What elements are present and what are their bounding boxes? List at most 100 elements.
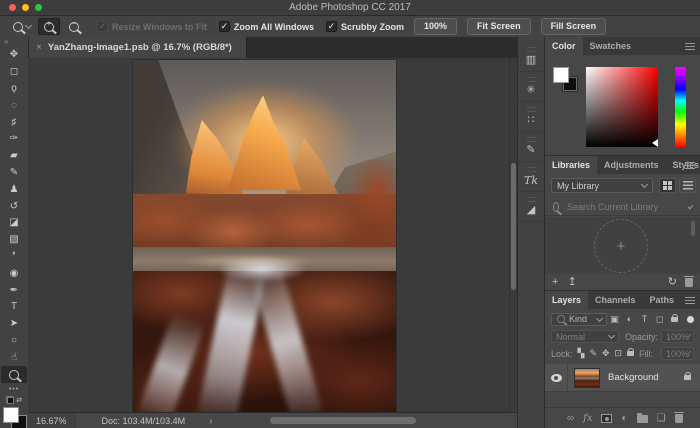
tab-swatches[interactable]: Swatches bbox=[583, 37, 639, 55]
crop-tool[interactable]: ♯ bbox=[1, 114, 27, 131]
filter-toggle-icon[interactable] bbox=[687, 316, 694, 323]
zoom-in-button[interactable]: + bbox=[38, 18, 60, 35]
canvas-area[interactable] bbox=[28, 58, 509, 412]
toolbar-collapse-icon[interactable]: » bbox=[4, 37, 8, 47]
add-library-element-icon[interactable]: + bbox=[552, 277, 558, 288]
hue-slider[interactable] bbox=[675, 67, 686, 147]
list-view-button[interactable] bbox=[679, 178, 696, 193]
panel-menu-icon[interactable] bbox=[685, 297, 695, 304]
library-search-input[interactable] bbox=[565, 201, 686, 213]
default-colors-icon[interactable] bbox=[6, 396, 14, 404]
healing-brush-tool[interactable]: ▰ bbox=[1, 148, 27, 165]
quick-selection-tool[interactable]: ◌ bbox=[1, 97, 27, 114]
new-adjustment-layer-icon[interactable]: ◐ bbox=[621, 414, 627, 424]
filter-pixel-layers-icon[interactable]: ▣ bbox=[607, 314, 622, 325]
eyedropper-tool[interactable]: ✑ bbox=[1, 131, 27, 148]
tab-libraries[interactable]: Libraries bbox=[545, 156, 597, 174]
scrubby-zoom-checkbox-group[interactable]: Scrubby Zoom bbox=[326, 21, 404, 32]
filter-type-layers-icon[interactable]: T bbox=[637, 314, 652, 324]
link-layers-icon[interactable]: ∞ bbox=[567, 414, 574, 424]
foreground-color-well[interactable] bbox=[553, 67, 569, 83]
type-tool[interactable]: T bbox=[1, 299, 27, 316]
close-document-icon[interactable]: × bbox=[36, 42, 42, 53]
zoom-out-button[interactable]: − bbox=[63, 18, 85, 35]
brush-tool[interactable]: ✎ bbox=[1, 165, 27, 182]
tab-adjustments[interactable]: Adjustments bbox=[597, 156, 666, 174]
marquee-tool[interactable]: ◻ bbox=[1, 64, 27, 81]
layer-style-icon[interactable]: fx bbox=[583, 414, 592, 424]
filter-shape-layers-icon[interactable]: ◻ bbox=[652, 314, 667, 325]
library-search[interactable] bbox=[545, 199, 700, 216]
panel-menu-icon[interactable] bbox=[685, 43, 695, 50]
resize-windows-checkbox-group[interactable]: Resize Windows to Fit bbox=[97, 21, 207, 32]
library-empty-dropzone[interactable]: + bbox=[594, 219, 648, 273]
zoom-tool-preset[interactable] bbox=[9, 19, 35, 35]
lock-transparency-icon[interactable]: ▚ bbox=[578, 348, 585, 359]
edit-toolbar-icon[interactable]: ••• bbox=[9, 386, 19, 393]
lock-all-icon[interactable] bbox=[627, 351, 634, 356]
fill-field[interactable]: 100% bbox=[661, 347, 694, 360]
vertical-scrollbar-thumb[interactable] bbox=[511, 163, 516, 290]
swap-colors-icon[interactable]: ⇄ bbox=[16, 396, 22, 404]
delete-layer-icon[interactable] bbox=[675, 414, 683, 423]
sync-library-icon[interactable]: ↻ bbox=[668, 277, 677, 288]
actions-panel-button[interactable]: ✎ bbox=[517, 132, 545, 162]
eraser-tool[interactable]: ◪ bbox=[1, 215, 27, 232]
tab-layers[interactable]: Layers bbox=[545, 291, 588, 309]
info-panel-button[interactable]: ∷ bbox=[517, 102, 545, 132]
filter-adjustment-layers-icon[interactable]: ◐ bbox=[622, 314, 637, 324]
foreground-color-swatch[interactable] bbox=[3, 407, 19, 423]
path-selection-tool[interactable]: ➤ bbox=[1, 316, 27, 333]
filter-smart-objects-icon[interactable] bbox=[667, 314, 682, 324]
shape-tool[interactable]: ○ bbox=[1, 333, 27, 350]
gradient-tool[interactable]: ▧ bbox=[1, 232, 27, 249]
saturation-brightness-field[interactable] bbox=[586, 67, 658, 147]
grid-view-button[interactable] bbox=[659, 178, 676, 193]
layer-filter-kind-select[interactable]: Kind bbox=[551, 313, 607, 326]
tk-panel-button[interactable]: Tk bbox=[517, 162, 545, 192]
library-select[interactable]: My Library bbox=[551, 178, 653, 193]
dodge-tool[interactable]: ◉ bbox=[1, 265, 27, 282]
lock-artboard-icon[interactable]: ⊡ bbox=[615, 348, 623, 359]
layer-visibility-toggle[interactable] bbox=[545, 364, 568, 391]
zoom-tool[interactable] bbox=[1, 366, 27, 383]
lock-position-icon[interactable]: ✥ bbox=[602, 348, 610, 359]
zoom-all-windows-checkbox[interactable] bbox=[219, 21, 230, 32]
add-layer-mask-icon[interactable] bbox=[601, 414, 612, 423]
status-menu-chevron-icon[interactable]: › bbox=[209, 416, 212, 427]
tab-channels[interactable]: Channels bbox=[588, 291, 643, 309]
status-zoom-field[interactable]: 16.67% bbox=[28, 413, 76, 428]
scrubby-zoom-checkbox[interactable] bbox=[326, 21, 337, 32]
delete-library-item-icon[interactable] bbox=[685, 278, 693, 287]
tab-color[interactable]: Color bbox=[545, 37, 583, 55]
hand-tool[interactable]: ☝ bbox=[1, 350, 27, 367]
histogram-panel-button[interactable]: ◢ bbox=[517, 192, 545, 222]
zoom-all-windows-checkbox-group[interactable]: Zoom All Windows bbox=[219, 21, 314, 32]
lasso-tool[interactable]: ϙ bbox=[1, 81, 27, 98]
new-layer-icon[interactable]: ❏ bbox=[657, 414, 666, 424]
properties-panel-button[interactable]: ✳ bbox=[517, 72, 545, 102]
fit-screen-button[interactable]: Fit Screen bbox=[467, 18, 531, 35]
fill-screen-button[interactable]: Fill Screen bbox=[541, 18, 607, 35]
library-scrollbar-thumb[interactable] bbox=[691, 221, 695, 236]
document-tab[interactable]: × YanZhang-Image1.psb @ 16.7% (RGB/8*) bbox=[28, 37, 247, 58]
opacity-field[interactable]: 100% bbox=[661, 330, 694, 343]
history-brush-tool[interactable]: ↺ bbox=[1, 198, 27, 215]
blend-mode-select[interactable]: Normal bbox=[551, 330, 619, 343]
layer-row-background[interactable]: Background bbox=[545, 363, 700, 392]
tab-paths[interactable]: Paths bbox=[643, 291, 682, 309]
pen-tool[interactable]: ✒ bbox=[1, 282, 27, 299]
blur-tool[interactable]: ❜ bbox=[1, 249, 27, 266]
panel-menu-icon[interactable] bbox=[685, 162, 695, 169]
lock-pixels-icon[interactable]: ✎ bbox=[589, 348, 597, 359]
clone-stamp-tool[interactable]: ♟ bbox=[1, 181, 27, 198]
canvas-image[interactable] bbox=[133, 60, 396, 412]
layer-thumbnail[interactable] bbox=[574, 368, 600, 388]
move-tool[interactable]: ✥ bbox=[1, 47, 27, 64]
history-panel-button[interactable]: ▥ bbox=[517, 42, 545, 72]
zoom-percentage-field[interactable]: 100% bbox=[414, 18, 457, 35]
upload-library-icon[interactable]: ↥ bbox=[567, 277, 576, 288]
resize-windows-checkbox[interactable] bbox=[97, 21, 108, 32]
new-group-icon[interactable] bbox=[637, 415, 648, 423]
horizontal-scrollbar-thumb[interactable] bbox=[270, 417, 416, 424]
